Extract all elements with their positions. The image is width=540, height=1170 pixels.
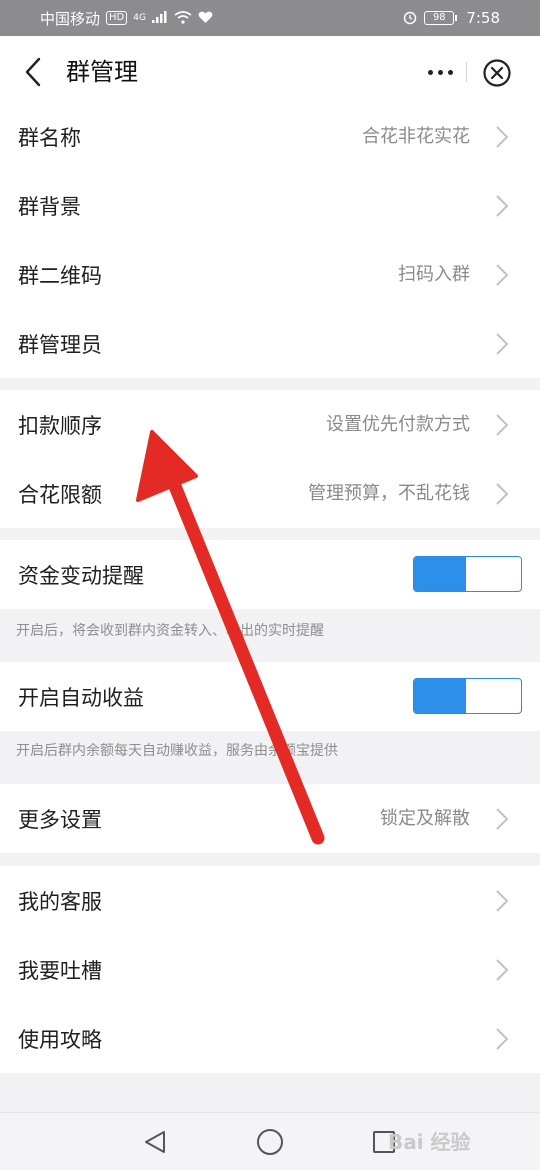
back-button[interactable]	[18, 54, 48, 90]
row-label: 群管理员	[18, 332, 102, 357]
signal-icon	[151, 11, 168, 25]
chevron-right-icon	[496, 890, 509, 912]
row-label: 我的客服	[18, 889, 102, 914]
row-value: 扫码入群	[398, 264, 470, 285]
row-value: 合花非花实花	[362, 126, 470, 147]
row-label: 开启自动收益	[18, 685, 144, 710]
chevron-right-icon	[496, 959, 509, 981]
row-label: 资金变动提醒	[18, 563, 144, 588]
payment-section: 扣款顺序 设置优先付款方式 合花限额 管理预算，不乱花钱	[0, 390, 540, 528]
row-value: 管理预算，不乱花钱	[308, 483, 470, 504]
alarm-icon	[402, 9, 418, 27]
row-label: 扣款顺序	[18, 413, 102, 438]
row-group-background[interactable]: 群背景	[0, 171, 540, 240]
chevron-right-icon	[496, 414, 509, 436]
support-section: 我的客服 我要吐槽 使用攻略	[0, 866, 540, 1073]
chevron-right-icon	[496, 264, 509, 286]
row-value: 锁定及解散	[380, 808, 470, 829]
baidu-watermark: Bai 经验	[388, 1116, 538, 1164]
row-label: 使用攻略	[18, 1027, 102, 1052]
row-guide[interactable]: 使用攻略	[0, 1004, 540, 1073]
hd-badge: HD	[106, 11, 128, 25]
nav-back-triangle-icon[interactable]	[142, 1129, 168, 1155]
title-bar: 群管理	[0, 36, 540, 108]
row-label: 更多设置	[18, 807, 102, 832]
back-arrow-icon	[25, 57, 41, 87]
row-more-settings[interactable]: 更多设置 锁定及解散	[0, 784, 540, 853]
row-auto-earnings: 开启自动收益	[0, 662, 540, 731]
battery-icon: 98	[424, 11, 458, 25]
chevron-right-icon	[496, 483, 509, 505]
wifi-icon	[174, 10, 192, 26]
chevron-right-icon	[496, 195, 509, 217]
row-customer-service[interactable]: 我的客服	[0, 866, 540, 935]
row-fund-change-alert: 资金变动提醒	[0, 540, 540, 609]
row-spending-limit[interactable]: 合花限额 管理预算，不乱花钱	[0, 459, 540, 528]
heart-icon	[198, 11, 213, 26]
clock: 7:58	[466, 9, 500, 27]
row-label: 合花限额	[18, 482, 102, 507]
watermark-text: Bai 经验	[388, 1129, 471, 1154]
auto-earn-toggle[interactable]	[413, 678, 522, 714]
fund-alert-note: 开启后，将会收到群内资金转入、转出的实时提醒	[0, 609, 540, 661]
row-group-qrcode[interactable]: 群二维码 扫码入群	[0, 240, 540, 309]
close-circle-icon	[483, 59, 511, 87]
nav-home-circle-icon[interactable]	[257, 1129, 283, 1155]
auto-earn-section: 开启自动收益	[0, 662, 540, 731]
chevron-right-icon	[496, 808, 509, 830]
row-feedback[interactable]: 我要吐槽	[0, 935, 540, 1004]
more-dots-icon	[427, 69, 433, 75]
row-value: 设置优先付款方式	[326, 414, 470, 435]
row-deduction-order[interactable]: 扣款顺序 设置优先付款方式	[0, 390, 540, 459]
close-button[interactable]	[482, 58, 512, 88]
chevron-right-icon	[496, 1028, 509, 1050]
fund-alert-toggle[interactable]	[413, 556, 522, 592]
carrier-label: 中国移动	[40, 9, 101, 28]
header-divider	[466, 62, 467, 82]
group-settings-section: 群名称 合花非花实花 群背景 群二维码 扫码入群 群管理员	[0, 102, 540, 378]
more-button[interactable]	[420, 56, 460, 88]
more-settings-section: 更多设置 锁定及解散	[0, 784, 540, 853]
row-group-admins[interactable]: 群管理员	[0, 309, 540, 378]
auto-earn-note: 开启后群内余额每天自动赚收益，服务由余额宝提供	[0, 731, 540, 783]
network-type-label: 4G	[133, 12, 146, 23]
row-label: 群背景	[18, 194, 81, 219]
row-label: 我要吐槽	[18, 958, 102, 983]
status-bar: 中国移动 HD 4G 98 7:58	[0, 0, 540, 36]
row-label: 群二维码	[18, 263, 102, 288]
chevron-right-icon	[496, 333, 509, 355]
row-group-name[interactable]: 群名称 合花非花实花	[0, 102, 540, 171]
page-title: 群管理	[66, 58, 138, 86]
row-label: 群名称	[18, 125, 81, 150]
chevron-right-icon	[496, 126, 509, 148]
fund-alert-section: 资金变动提醒	[0, 540, 540, 609]
